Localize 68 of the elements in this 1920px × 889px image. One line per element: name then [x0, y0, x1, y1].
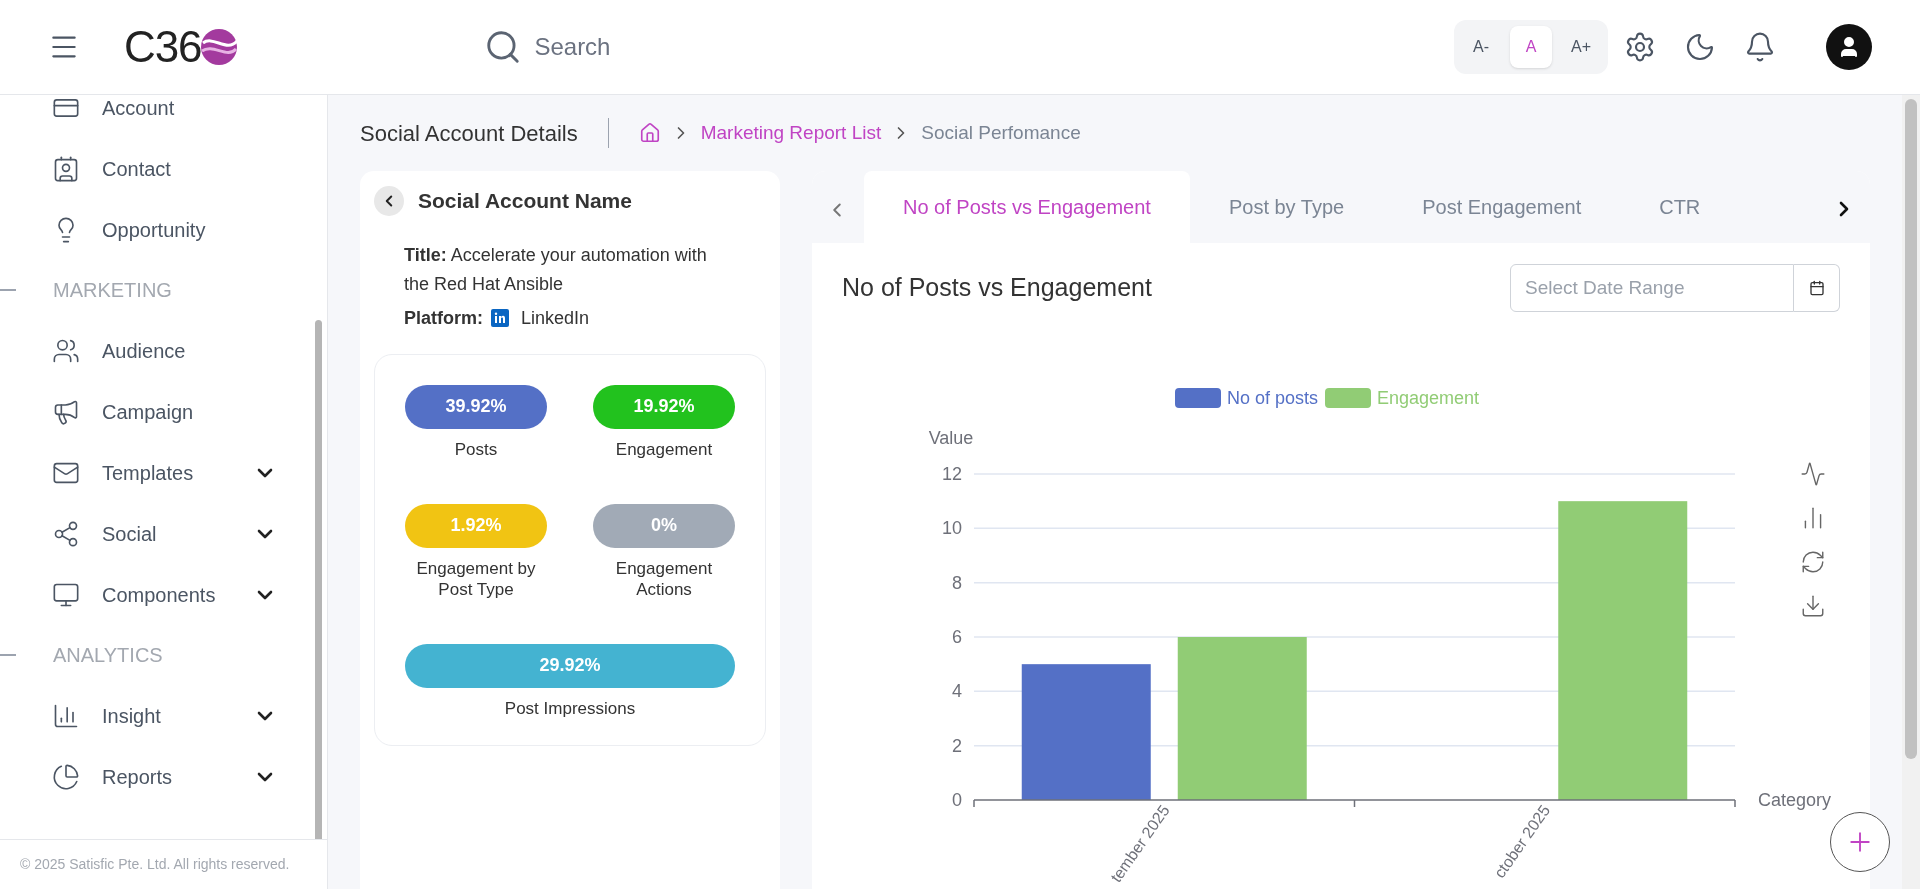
linkedin-icon: [491, 309, 509, 327]
chart-heading: No of Posts vs Engagement: [842, 272, 1152, 304]
y-tick-label: 8: [952, 572, 962, 593]
stat-label: Engagement by Post Type: [415, 557, 537, 600]
page-title: Social Account Details: [360, 119, 578, 148]
calendar-button[interactable]: [1794, 264, 1840, 312]
sidebar-item[interactable]: Social: [0, 503, 327, 564]
sidebar-item[interactable]: Reports: [0, 746, 327, 807]
line-chart-icon[interactable]: [1800, 461, 1826, 487]
tab[interactable]: No of Posts vs Engagement: [864, 171, 1190, 243]
post-title: Title: Accelerate your automation with the Red Hat Ansible: [404, 243, 708, 296]
sidebar-section-heading: ANALYTICS: [53, 643, 163, 668]
sidebar-item[interactable]: Account: [0, 95, 327, 138]
search-field[interactable]: Search: [534, 29, 735, 65]
scrollbar[interactable]: [315, 320, 322, 839]
y-axis-title: Value: [928, 428, 974, 448]
back-button[interactable]: [374, 185, 404, 216]
stat-label: Engagement Actions: [614, 557, 714, 600]
date-range-field[interactable]: Select Date Range: [1510, 264, 1794, 312]
stat-pill: 39.92%: [405, 384, 547, 429]
stat-label: Engagement: [614, 438, 714, 460]
x-axis-title: Category: [1758, 790, 1832, 810]
legend-label: No of posts: [1227, 388, 1319, 408]
sidebar-item[interactable]: Templates: [0, 442, 327, 503]
font-size-button[interactable]: A+: [1560, 26, 1602, 68]
moon-icon[interactable]: [1684, 31, 1716, 63]
y-tick-label: 6: [952, 627, 962, 647]
logo-text: C36: [124, 25, 202, 69]
y-tick-label: 12: [941, 464, 962, 484]
sidebar-item[interactable]: Contact: [0, 138, 327, 199]
refresh-icon[interactable]: [1800, 549, 1826, 575]
stat-pill: 1.92%: [405, 503, 547, 548]
settings-icon[interactable]: [1624, 31, 1656, 63]
copyright: © 2025 Satisfic Pte. Ltd. All rights reserved.: [0, 839, 327, 889]
legend-item[interactable]: No of posts: [1175, 388, 1319, 408]
platform-label: Platform:: [404, 306, 483, 330]
sidebar-item[interactable]: Audience: [0, 320, 327, 381]
font-size-button[interactable]: A: [1510, 26, 1552, 68]
sidebar-item-icon: [52, 762, 80, 791]
calendar-icon: [1808, 280, 1825, 296]
stat-label: Posts: [453, 438, 499, 460]
sidebar-item[interactable]: Insight: [0, 685, 327, 746]
stat-pill: 0%: [593, 503, 735, 548]
y-tick-label: 2: [952, 735, 962, 756]
sidebar-item-icon: [52, 154, 80, 183]
legend-label: Engagement: [1377, 388, 1480, 408]
font-size-button[interactable]: A-: [1460, 26, 1502, 68]
sidebar-item-icon: [52, 519, 80, 548]
stat-label: Post Impressions: [504, 697, 636, 719]
avatar[interactable]: [1826, 24, 1872, 70]
sidebar-item[interactable]: Components: [0, 564, 327, 625]
y-tick-label: 10: [941, 518, 962, 539]
stat-pill: 19.92%: [593, 384, 735, 429]
breadcrumb-current: Social Perfomance: [921, 120, 1081, 145]
sidebar-item[interactable]: Campaign: [0, 381, 327, 442]
home-icon[interactable]: [638, 122, 661, 144]
account-name: Social Account Name: [418, 188, 632, 214]
sidebar-item[interactable]: Opportunity: [0, 199, 327, 260]
platform-name: LinkedIn: [521, 306, 590, 330]
page-scrollbar[interactable]: [1902, 95, 1920, 889]
breadcrumb-link[interactable]: Marketing Report List: [700, 118, 882, 148]
bell-icon[interactable]: [1744, 31, 1776, 63]
stat-pill: 29.92%: [405, 643, 735, 688]
y-tick-label: 4: [952, 681, 962, 702]
sidebar-section-heading: MARKETING: [53, 278, 172, 303]
globe-logo-icon: [199, 27, 240, 67]
download-icon[interactable]: [1800, 593, 1826, 619]
y-tick-label: 0: [952, 790, 962, 810]
